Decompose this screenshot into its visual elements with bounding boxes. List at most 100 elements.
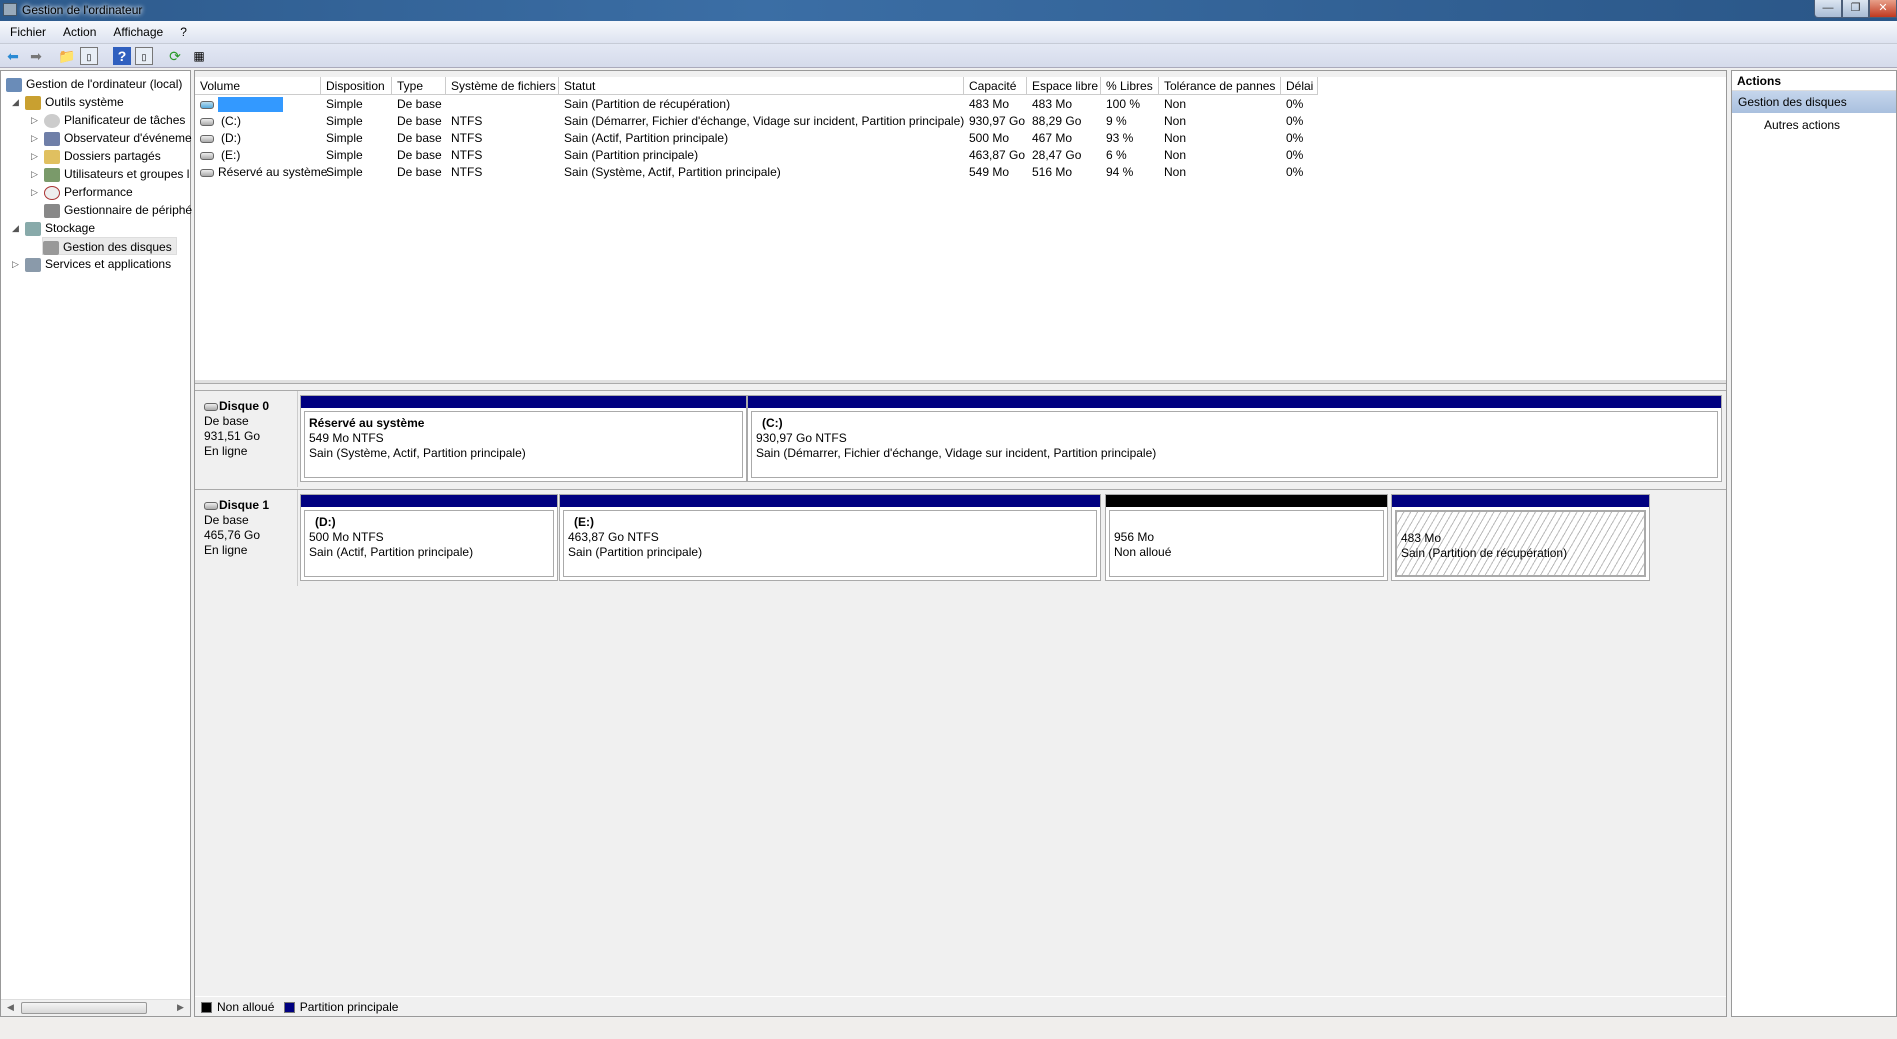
restore-button[interactable]: ❐ bbox=[1842, 0, 1869, 18]
cell-volume: (C:) bbox=[195, 113, 241, 130]
tree-item-root[interactable]: Gestion de l'ordinateur (local) bbox=[6, 75, 182, 93]
refresh-icon[interactable]: ⟳ bbox=[166, 47, 184, 65]
partition-body: (C:) 930,97 Go NTFS Sain (Démarrer, Fich… bbox=[751, 411, 1718, 478]
partition-body: (E:) 463,87 Go NTFS Sain (Partition prin… bbox=[563, 510, 1097, 577]
collapse-icon[interactable]: ◢ bbox=[12, 97, 19, 108]
scroll-right-arrow[interactable]: ▶ bbox=[177, 1002, 184, 1013]
column-header-fault-tolerance[interactable]: Tolérance de pannes bbox=[1159, 77, 1281, 95]
column-header-status[interactable]: Statut bbox=[559, 77, 964, 95]
partition-size: 500 Mo NTFS bbox=[309, 530, 384, 544]
partition-type-bar bbox=[1392, 495, 1649, 507]
expand-icon[interactable]: ▷ bbox=[31, 187, 38, 198]
menu-help[interactable]: ? bbox=[170, 21, 194, 39]
table-row[interactable]: (E:) Simple De base NTFS Sain (Partition pri… bbox=[195, 147, 1726, 164]
pane-splitter[interactable] bbox=[195, 380, 1726, 384]
cell-filesystem: NTFS bbox=[451, 165, 483, 179]
expand-icon[interactable]: ▷ bbox=[12, 259, 19, 270]
cell-disposition: Simple bbox=[326, 148, 363, 162]
tree-item-device-manager[interactable]: Gestionnaire de périphé bbox=[44, 201, 192, 219]
expand-icon[interactable]: ▷ bbox=[31, 151, 38, 162]
tree-item-storage[interactable]: Stockage bbox=[25, 219, 95, 237]
menu-fichier[interactable]: Fichier bbox=[0, 21, 53, 39]
volume-name: (D:) bbox=[221, 131, 241, 145]
partition-size: 463,87 Go NTFS bbox=[568, 530, 659, 544]
disk-type: De base bbox=[204, 414, 249, 428]
shared-folder-icon bbox=[44, 149, 60, 164]
cell-status: Sain (Démarrer, Fichier d'échange, Vidag… bbox=[564, 114, 965, 128]
cell-status: Sain (Actif, Partition principale) bbox=[564, 131, 729, 145]
minimize-button[interactable]: — bbox=[1814, 0, 1842, 18]
partition[interactable]: (D:) 500 Mo NTFS Sain (Actif, Partition … bbox=[300, 494, 558, 581]
action-more-actions[interactable]: Autres actions bbox=[1732, 113, 1896, 137]
cell-disposition: Simple bbox=[326, 114, 363, 128]
column-header-disposition[interactable]: Disposition bbox=[321, 77, 392, 95]
menu-action[interactable]: Action bbox=[53, 21, 103, 39]
legend-swatch-unallocated bbox=[201, 1002, 212, 1014]
tree-item-disk-management[interactable]: Gestion des disques bbox=[42, 237, 177, 255]
tree-item-event-viewer[interactable]: Observateur d'événeme bbox=[44, 129, 192, 147]
disk-label[interactable]: Disque 0 De base 931,51 Go En ligne bbox=[196, 391, 298, 487]
tools-icon bbox=[25, 95, 41, 110]
disk-row: Disque 0 De base 931,51 Go En ligne Rése… bbox=[195, 390, 1726, 487]
cell-fault-tolerance: Non bbox=[1164, 165, 1187, 179]
volume-name: (C:) bbox=[221, 114, 241, 128]
table-row[interactable]: (C:) Simple De base NTFS Sain (Démarrer, Fic… bbox=[195, 113, 1726, 130]
forward-icon[interactable]: ➡ bbox=[27, 47, 45, 65]
column-header-capacity[interactable]: Capacité bbox=[964, 77, 1027, 95]
tree-item-performance[interactable]: Performance bbox=[44, 183, 133, 201]
partition-unallocated[interactable]: 956 Mo Non alloué bbox=[1105, 494, 1388, 581]
partition-title: (E:) bbox=[574, 515, 594, 529]
cell-overhead: 0% bbox=[1286, 165, 1304, 179]
column-header-percent-free[interactable]: % Libres bbox=[1101, 77, 1159, 95]
show-hide-action-icon[interactable]: ▯ bbox=[135, 47, 153, 65]
tree-item-task-scheduler[interactable]: Planificateur de tâches bbox=[44, 111, 185, 129]
cell-disposition: Simple bbox=[326, 97, 363, 111]
cell-capacity: 463,87 Go bbox=[969, 148, 1026, 162]
column-header-volume[interactable]: Volume bbox=[195, 77, 321, 95]
partition-status: Sain (Actif, Partition principale) bbox=[309, 545, 474, 559]
disk-icon bbox=[204, 501, 218, 510]
partition-title: (D:) bbox=[315, 515, 336, 529]
scroll-left-arrow[interactable]: ◀ bbox=[7, 1002, 14, 1013]
table-row[interactable]: (D:) Simple De base NTFS Sain (Actif, Partit… bbox=[195, 130, 1726, 147]
status-bar bbox=[0, 1018, 1897, 1039]
column-header-filesystem[interactable]: Système de fichiers bbox=[446, 77, 559, 95]
column-header-free-space[interactable]: Espace libre bbox=[1027, 77, 1101, 95]
partition[interactable]: Réservé au système 549 Mo NTFS Sain (Sys… bbox=[300, 395, 747, 482]
cell-overhead: 0% bbox=[1286, 114, 1304, 128]
up-folder-icon[interactable]: 📁 bbox=[58, 47, 76, 65]
table-row[interactable]: Simple De base Sain (Partition de récupéra… bbox=[195, 96, 1726, 113]
partition[interactable]: (C:) 930,97 Go NTFS Sain (Démarrer, Fich… bbox=[747, 395, 1722, 482]
expand-icon[interactable]: ▷ bbox=[31, 115, 38, 126]
back-icon[interactable]: ⬅ bbox=[4, 47, 22, 65]
tree-item-services[interactable]: Services et applications bbox=[25, 255, 171, 273]
partition-size: 930,97 Go NTFS bbox=[756, 431, 847, 445]
tree-item-users-groups[interactable]: Utilisateurs et groupes l bbox=[44, 165, 189, 183]
cell-disposition: Simple bbox=[326, 165, 363, 179]
partition[interactable]: 483 Mo Sain (Partition de récupération) bbox=[1391, 494, 1650, 581]
actions-section-disk-management[interactable]: Gestion des disques bbox=[1732, 91, 1896, 113]
expand-icon[interactable]: ▷ bbox=[31, 133, 38, 144]
menu-bar: Fichier Action Affichage? bbox=[0, 21, 1897, 44]
table-row[interactable]: Réservé au système Simple De base NTFS Sain … bbox=[195, 164, 1726, 181]
partition[interactable]: (E:) 463,87 Go NTFS Sain (Partition prin… bbox=[559, 494, 1101, 581]
tree-item-shared-folders[interactable]: Dossiers partagés bbox=[44, 147, 161, 165]
column-header-overhead[interactable]: Délai bbox=[1281, 77, 1318, 95]
disk-management-icon bbox=[43, 240, 59, 255]
properties-icon[interactable]: ▦ bbox=[190, 47, 208, 65]
show-hide-tree-icon[interactable]: ▯ bbox=[80, 47, 98, 65]
disk-label[interactable]: Disque 1 De base 465,76 Go En ligne bbox=[196, 490, 298, 586]
scroll-thumb[interactable] bbox=[21, 1002, 147, 1014]
tree-item-tools[interactable]: Outils système bbox=[25, 93, 124, 111]
volume-icon bbox=[200, 151, 214, 160]
help-icon[interactable]: ? bbox=[113, 47, 131, 65]
disk-size: 465,76 Go bbox=[204, 528, 261, 542]
horizontal-scrollbar[interactable]: ◀ ▶ bbox=[1, 999, 190, 1016]
column-header-type[interactable]: Type bbox=[392, 77, 446, 95]
menu-affichage[interactable]: Affichage bbox=[103, 21, 170, 39]
expand-icon[interactable]: ▷ bbox=[31, 169, 38, 180]
cell-percent-free: 9 % bbox=[1106, 114, 1127, 128]
collapse-icon[interactable]: ◢ bbox=[12, 223, 19, 234]
close-button[interactable]: ✕ bbox=[1869, 0, 1897, 18]
volume-name bbox=[218, 97, 283, 113]
